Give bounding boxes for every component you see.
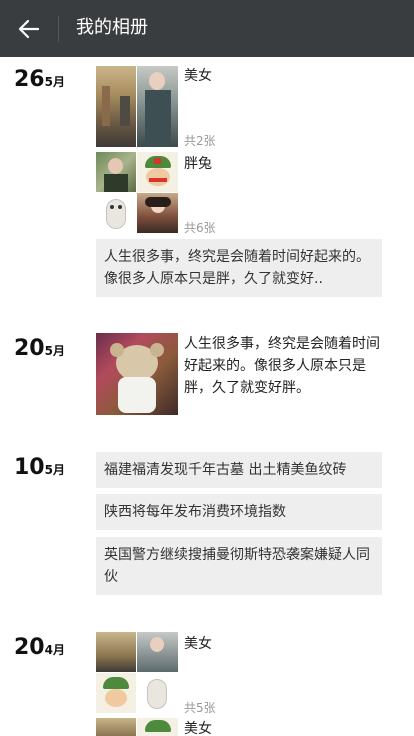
- album-cover-photo: [137, 193, 178, 233]
- album-cover-photo: [137, 632, 178, 672]
- entry-date: 205月: [14, 336, 65, 362]
- entry-month: 5月: [44, 344, 65, 358]
- entry-date: 204月: [14, 635, 65, 661]
- page-title: 我的相册: [76, 17, 148, 38]
- album-title: 美女: [184, 68, 212, 84]
- entry-day: 20: [14, 635, 45, 660]
- news-share-card[interactable]: 福建福清发现千年古墓 出土精美鱼纹砖: [96, 452, 382, 488]
- album-cover-photo: [137, 152, 178, 192]
- entry-month: 5月: [44, 75, 65, 89]
- album-photo-count: 共5张: [184, 701, 216, 715]
- news-share-card[interactable]: 陕西将每年发布消费环境指数: [96, 494, 382, 530]
- entry-month: 4月: [44, 643, 65, 657]
- album-title: 美女: [184, 636, 212, 652]
- entry-day: 26: [14, 67, 45, 92]
- album-cover-photo: [96, 193, 136, 233]
- album-title: 胖兔: [184, 156, 212, 172]
- entry-day: 20: [14, 336, 45, 361]
- back-button[interactable]: [14, 14, 44, 44]
- post-text: 人生很多事，终究是会随着时间好起来的。像很多人原本只是胖，久了就变好胖。: [184, 336, 380, 396]
- entry-date: 105月: [14, 455, 65, 481]
- arrow-left-icon: [18, 19, 40, 39]
- album-title: 美女: [184, 721, 212, 736]
- album-cover-photo: [137, 66, 178, 147]
- entry-date: 265月: [14, 67, 65, 93]
- album-cover-photo: [137, 673, 178, 713]
- entry-month: 5月: [44, 463, 65, 477]
- album-photo-count: 共6张: [184, 221, 216, 235]
- album-cover-photo: [96, 152, 136, 192]
- header-divider: [58, 16, 59, 42]
- entry-day: 10: [14, 455, 45, 480]
- album-cover-photo: [96, 632, 136, 672]
- album-cover-photo: [137, 718, 178, 736]
- album-cover-photo: [96, 673, 136, 713]
- post-photo: [96, 333, 178, 415]
- app-header: 我的相册: [0, 0, 414, 57]
- news-share-card[interactable]: 英国警方继续搜捕曼彻斯特恐袭案嫌疑人同伙: [96, 537, 382, 595]
- text-post-card[interactable]: 人生很多事，终究是会随着时间好起来的。像很多人原本只是胖，久了就变好..: [96, 239, 382, 297]
- album-cover-photo: [96, 66, 136, 147]
- album-photo-count: 共2张: [184, 134, 216, 148]
- album-cover-photo: [96, 718, 136, 736]
